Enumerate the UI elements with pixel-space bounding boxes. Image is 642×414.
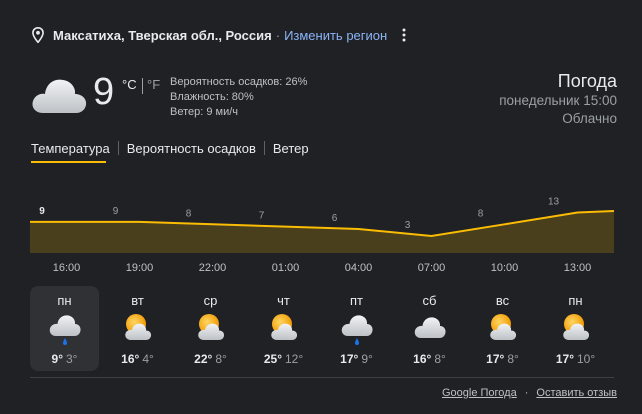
day-temps: 9° 3° bbox=[30, 352, 99, 366]
day-name: ср bbox=[203, 293, 218, 308]
hour-label: 13:00 bbox=[563, 262, 592, 274]
day-name: вс bbox=[495, 293, 510, 308]
weather-condition: Облачно bbox=[562, 111, 617, 126]
unit-celsius-toggle[interactable]: °C bbox=[122, 77, 137, 92]
active-tab-indicator bbox=[31, 161, 106, 163]
day-high: 22° bbox=[194, 352, 213, 366]
day-card[interactable]: сб 16° 8° bbox=[395, 286, 464, 371]
weather-header: Погода понедельник 15:00 Облачно bbox=[499, 70, 617, 128]
cloudy-icon bbox=[30, 72, 88, 121]
temperature-point-label: 13 bbox=[548, 197, 560, 208]
temperature-point-label: 9 bbox=[113, 206, 119, 217]
day-low: 9° bbox=[361, 352, 373, 366]
day-high: 9° bbox=[51, 352, 63, 366]
current-details: Вероятность осадков: 26% Влажность: 80% … bbox=[170, 75, 307, 120]
temperature-point-label: 9 bbox=[39, 206, 45, 217]
temperature-point-label: 6 bbox=[332, 213, 338, 224]
temperature-point-label: 3 bbox=[405, 220, 411, 231]
tab-temperature[interactable]: Температура bbox=[31, 141, 110, 156]
day-card[interactable]: чт 25° 12° bbox=[249, 286, 318, 371]
day-name: пн bbox=[568, 293, 583, 308]
day-card[interactable]: вс 17° 8° bbox=[468, 286, 537, 371]
tab-separator bbox=[263, 141, 265, 155]
location-name: Максатиха, Тверская обл., Россия bbox=[53, 27, 272, 43]
partly-cloudy-icon bbox=[559, 311, 593, 348]
tab-precipitation[interactable]: Вероятность осадков bbox=[127, 141, 256, 156]
partly-cloudy-icon bbox=[194, 311, 228, 348]
temperature-point-label: 7 bbox=[259, 211, 265, 222]
weather-title: Погода bbox=[557, 71, 617, 91]
day-high: 16° bbox=[121, 352, 140, 366]
day-name: пн bbox=[57, 293, 72, 308]
hour-label: 01:00 bbox=[271, 262, 300, 274]
day-low: 8° bbox=[507, 352, 519, 366]
unit-separator bbox=[142, 78, 143, 94]
cloud-rain-icon bbox=[48, 311, 82, 352]
feedback-link[interactable]: Оставить отзыв bbox=[536, 387, 617, 399]
day-temps: 17° 8° bbox=[468, 352, 537, 366]
day-high: 17° bbox=[486, 352, 505, 366]
partly-cloudy-icon bbox=[267, 311, 301, 348]
hour-label: 19:00 bbox=[125, 262, 154, 274]
day-high: 17° bbox=[340, 352, 359, 366]
cloud-rain-icon bbox=[340, 311, 374, 352]
day-high: 16° bbox=[413, 352, 432, 366]
wind-speed: Ветер: 9 ми/ч bbox=[170, 106, 239, 118]
tab-separator bbox=[117, 141, 119, 155]
partly-cloudy-icon bbox=[121, 311, 155, 348]
tab-bar: Температура Вероятность осадков Ветер bbox=[31, 137, 309, 159]
more-options-icon[interactable] bbox=[396, 25, 412, 45]
hour-label: 04:00 bbox=[344, 262, 373, 274]
day-temps: 17° 10° bbox=[541, 352, 610, 366]
day-temps: 17° 9° bbox=[322, 352, 391, 366]
daily-forecast: пн 9° 3° вт 16° 4° ср 22° 8° чт 25° 12° пт 17° 9° сб 16°… bbox=[30, 286, 614, 371]
partly-cloudy-icon bbox=[486, 311, 520, 348]
day-low: 12° bbox=[285, 352, 304, 366]
tab-wind[interactable]: Ветер bbox=[273, 141, 309, 156]
day-temps: 22° 8° bbox=[176, 352, 245, 366]
hour-label: 10:00 bbox=[490, 262, 519, 274]
hour-labels: 16:00 19:00 22:00 01:00 04:00 07:00 10:00 13:00 bbox=[0, 262, 642, 278]
day-low: 3° bbox=[66, 352, 78, 366]
google-weather-link[interactable]: Google Погода bbox=[442, 387, 517, 399]
hour-label: 22:00 bbox=[198, 262, 227, 274]
day-card[interactable]: пт 17° 9° bbox=[322, 286, 391, 371]
day-card[interactable]: вт 16° 4° bbox=[103, 286, 172, 371]
footer-separator: · bbox=[524, 387, 529, 399]
cloudy-icon bbox=[413, 311, 447, 346]
day-card[interactable]: пн 9° 3° bbox=[30, 286, 99, 371]
day-temps: 16° 8° bbox=[395, 352, 464, 366]
hour-label: 16:00 bbox=[52, 262, 81, 274]
day-low: 4° bbox=[142, 352, 154, 366]
day-low: 10° bbox=[577, 352, 596, 366]
footer-divider bbox=[30, 377, 614, 378]
temperature-area bbox=[30, 211, 614, 253]
day-low: 8° bbox=[434, 352, 446, 366]
day-high: 17° bbox=[555, 352, 574, 366]
day-low: 8° bbox=[215, 352, 227, 366]
location-row: Максатиха, Тверская обл., Россия · Измен… bbox=[32, 24, 387, 46]
day-temps: 25° 12° bbox=[249, 352, 318, 366]
temperature-point-label: 8 bbox=[478, 208, 484, 219]
hour-label: 07:00 bbox=[417, 262, 446, 274]
location-pin-icon bbox=[32, 27, 44, 43]
day-name: пт bbox=[350, 293, 363, 308]
day-card[interactable]: ср 22° 8° bbox=[176, 286, 245, 371]
footer: Google Погода · Оставить отзыв bbox=[442, 387, 617, 399]
day-temps: 16° 4° bbox=[103, 352, 172, 366]
temperature-chart: 9 9 8 7 6 3 8 13 bbox=[30, 197, 615, 253]
current-temperature: 9 bbox=[93, 71, 115, 113]
humidity: Влажность: 80% bbox=[170, 91, 254, 103]
day-name: вт bbox=[131, 293, 144, 308]
change-region-link[interactable]: Изменить регион bbox=[284, 28, 387, 43]
day-high: 25° bbox=[263, 352, 282, 366]
day-card[interactable]: пн 17° 10° bbox=[541, 286, 610, 371]
unit-fahrenheit-toggle[interactable]: °F bbox=[147, 77, 160, 92]
location-separator: · bbox=[275, 27, 281, 43]
weather-datetime: понедельник 15:00 bbox=[499, 93, 617, 108]
day-name: сб bbox=[422, 293, 437, 308]
day-name: чт bbox=[277, 293, 290, 308]
temperature-point-label: 8 bbox=[186, 208, 192, 219]
precip-chance: Вероятность осадков: 26% bbox=[170, 76, 308, 88]
